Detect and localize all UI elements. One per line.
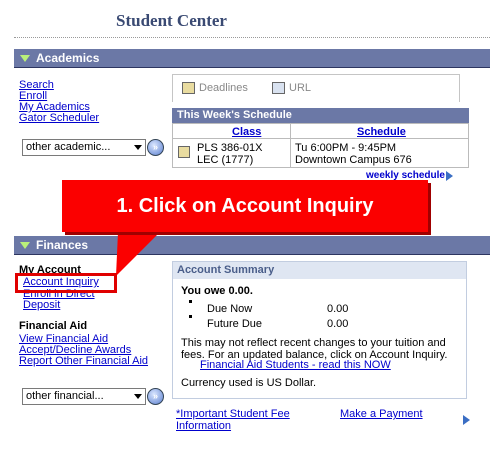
account-inquiry-highlight <box>15 273 117 293</box>
instruction-callout: 1. Click on Account Inquiry <box>62 180 428 232</box>
callout-pointer-shape <box>116 232 160 276</box>
